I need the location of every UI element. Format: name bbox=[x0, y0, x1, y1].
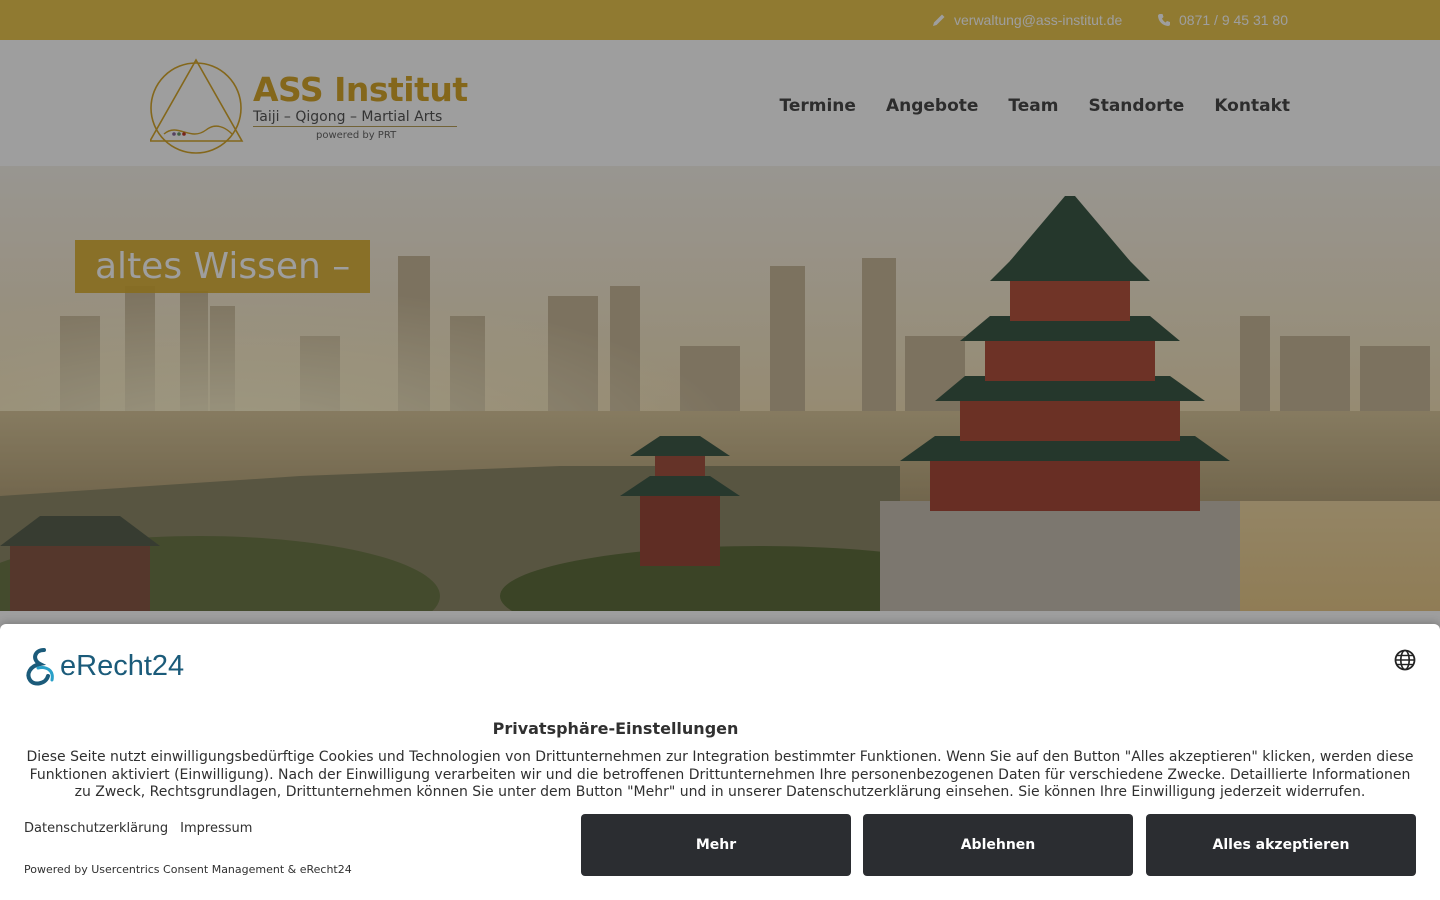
cookie-consent-banner: eRecht24 Privatsphäre-Einstellungen Dies… bbox=[0, 624, 1440, 900]
logo-triangle-icon bbox=[150, 58, 244, 154]
deny-button[interactable]: Ablehnen bbox=[863, 814, 1133, 876]
more-button[interactable]: Mehr bbox=[581, 814, 851, 876]
phone-link[interactable]: 0871 / 9 45 31 80 bbox=[1157, 0, 1288, 40]
site-header: ASS Institut Taiji – Qigong – Martial Ar… bbox=[0, 40, 1440, 166]
imprint-link[interactable]: Impressum bbox=[180, 821, 252, 836]
privacy-policy-link[interactable]: Datenschutzerklärung bbox=[24, 821, 168, 836]
phone-text: 0871 / 9 45 31 80 bbox=[1179, 12, 1288, 28]
pencil-icon bbox=[933, 14, 945, 26]
consent-title: Privatsphäre-Einstellungen bbox=[492, 719, 739, 738]
hero-tagline-box: altes Wissen – bbox=[75, 240, 371, 293]
email-link[interactable]: verwaltung@ass-institut.de bbox=[932, 0, 1122, 40]
erecht24-logo: eRecht24 bbox=[24, 646, 184, 686]
brand-name: eRecht24 bbox=[60, 649, 185, 682]
accept-all-button[interactable]: Alles akzeptieren bbox=[1146, 814, 1416, 876]
nav-item-angebote[interactable]: Angebote bbox=[886, 96, 978, 116]
logo-subtitle: Taiji – Qigong – Martial Arts bbox=[253, 109, 443, 125]
erecht24-mark-icon bbox=[26, 648, 54, 686]
language-globe-icon[interactable] bbox=[1394, 649, 1416, 671]
logo-title: ASS Institut bbox=[253, 70, 468, 109]
top-contact-bar: verwaltung@ass-institut.de 0871 / 9 45 3… bbox=[0, 0, 1440, 40]
hero-tagline: altes Wissen – bbox=[95, 246, 351, 287]
powered-by-text: Powered by Usercentrics Consent Manageme… bbox=[24, 863, 352, 876]
hero-banner: altes Wissen – bbox=[0, 166, 1440, 611]
site-logo[interactable]: ASS Institut Taiji – Qigong – Martial Ar… bbox=[150, 58, 470, 158]
nav-item-team[interactable]: Team bbox=[1008, 96, 1058, 116]
main-nav: Termine Angebote Team Standorte Kontakt bbox=[750, 96, 1291, 116]
logo-divider bbox=[253, 126, 457, 127]
nav-item-termine[interactable]: Termine bbox=[780, 96, 856, 116]
nav-item-kontakt[interactable]: Kontakt bbox=[1214, 96, 1290, 116]
email-text: verwaltung@ass-institut.de bbox=[954, 12, 1123, 28]
hero-pagoda-skyline-image bbox=[0, 166, 1440, 611]
consent-description: Diese Seite nutzt einwilligungsbedürftig… bbox=[26, 749, 1414, 800]
phone-icon bbox=[1158, 14, 1170, 26]
logo-powered: powered by PRT bbox=[316, 130, 397, 141]
nav-item-standorte[interactable]: Standorte bbox=[1088, 96, 1184, 116]
consent-links: Datenschutzerklärung Impressum bbox=[24, 821, 264, 836]
